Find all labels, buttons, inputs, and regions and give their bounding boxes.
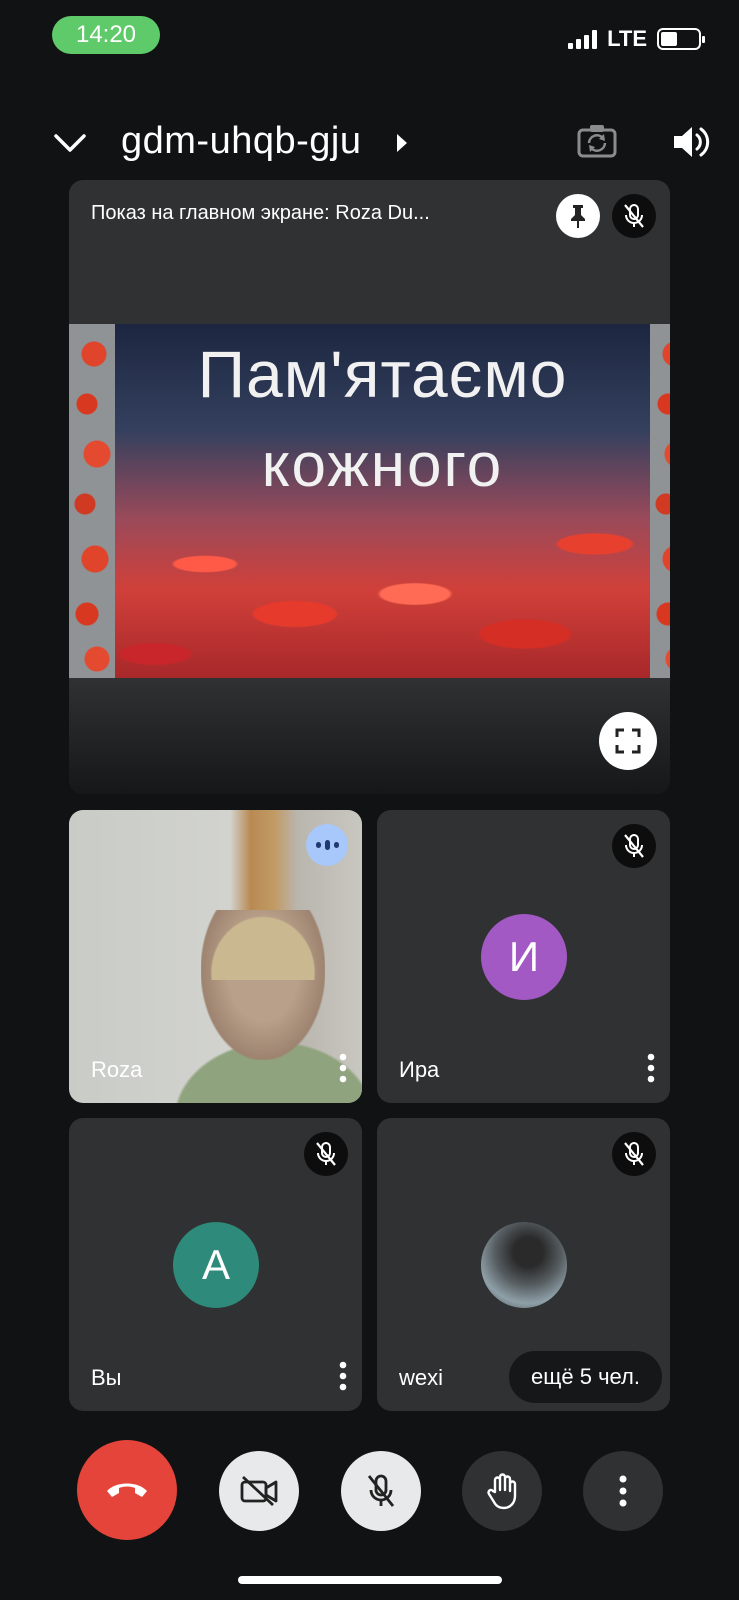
camera-toggle-button[interactable] — [219, 1451, 299, 1531]
mic-off-icon — [624, 834, 644, 858]
participant-mute-badge — [612, 824, 656, 868]
participant-tile-roza[interactable]: Roza — [69, 810, 362, 1103]
speaker-icon[interactable] — [670, 122, 710, 162]
avatar: И — [481, 914, 567, 1000]
call-header: gdm-uhqb-gju — [0, 112, 739, 176]
fullscreen-button[interactable] — [599, 712, 657, 770]
participant-name: Ира — [399, 1057, 440, 1082]
camera-switch-icon[interactable] — [575, 122, 619, 162]
pin-icon — [571, 205, 585, 228]
raise-hand-button[interactable] — [462, 1451, 542, 1531]
mic-off-icon — [316, 1142, 336, 1166]
more-participants-button[interactable]: ещё 5 чел. — [509, 1351, 662, 1403]
avatar-photo — [481, 1222, 567, 1308]
more-options-button[interactable] — [583, 1451, 663, 1531]
participant-mute-badge — [304, 1132, 348, 1176]
more-vertical-icon — [619, 1475, 627, 1507]
poppy-field-image — [115, 504, 650, 678]
mic-off-icon — [367, 1474, 395, 1507]
hand-icon — [487, 1473, 517, 1510]
avatar: A — [173, 1222, 259, 1308]
end-call-button[interactable] — [77, 1440, 177, 1540]
presenter-mute-badge — [612, 194, 656, 238]
slide-heading-line2: кожного — [261, 431, 504, 500]
poppy-border-left — [69, 324, 115, 678]
shared-screen: Пам'ятаємо кожного — [69, 324, 670, 678]
status-indicators: LTE — [568, 26, 705, 52]
participant-tile-wexi[interactable]: wexi ещё 5 чел. — [377, 1118, 670, 1411]
participant-name: Roza — [91, 1057, 143, 1082]
home-indicator[interactable] — [238, 1576, 502, 1584]
mic-off-icon — [624, 204, 644, 228]
more-vertical-icon[interactable] — [646, 1053, 656, 1083]
participant-tile-ira[interactable]: И Ира — [377, 810, 670, 1103]
signal-icon — [568, 29, 598, 49]
chevron-down-icon[interactable] — [52, 128, 88, 158]
participant-name: Вы — [91, 1365, 122, 1390]
battery-icon — [657, 28, 705, 50]
meeting-code[interactable]: gdm-uhqb-gju — [121, 120, 361, 163]
network-type: LTE — [607, 26, 647, 51]
more-vertical-icon[interactable] — [338, 1361, 348, 1391]
presentation-tile[interactable]: Показ на главном экране: Roza Du... Пам'… — [69, 180, 670, 794]
presentation-title: Показ на главном экране: Roza Du... — [91, 202, 430, 224]
poppy-border-right — [650, 324, 670, 678]
camera-off-icon — [240, 1475, 278, 1507]
mic-off-icon — [624, 1142, 644, 1166]
fullscreen-icon — [615, 728, 641, 754]
more-vertical-icon[interactable] — [338, 1053, 348, 1083]
status-time: 14:20 — [52, 16, 160, 54]
phone-hangup-icon — [107, 1483, 147, 1497]
play-arrow-icon[interactable] — [395, 132, 409, 154]
slide-heading-line1: Пам'ятаємо — [197, 337, 568, 411]
participant-mute-badge — [612, 1132, 656, 1176]
microphone-toggle-button[interactable] — [341, 1451, 421, 1531]
speaking-icon — [306, 824, 348, 866]
participant-tile-self[interactable]: A Вы — [69, 1118, 362, 1411]
participant-name: wexi — [399, 1365, 444, 1390]
pin-button[interactable] — [556, 194, 600, 238]
